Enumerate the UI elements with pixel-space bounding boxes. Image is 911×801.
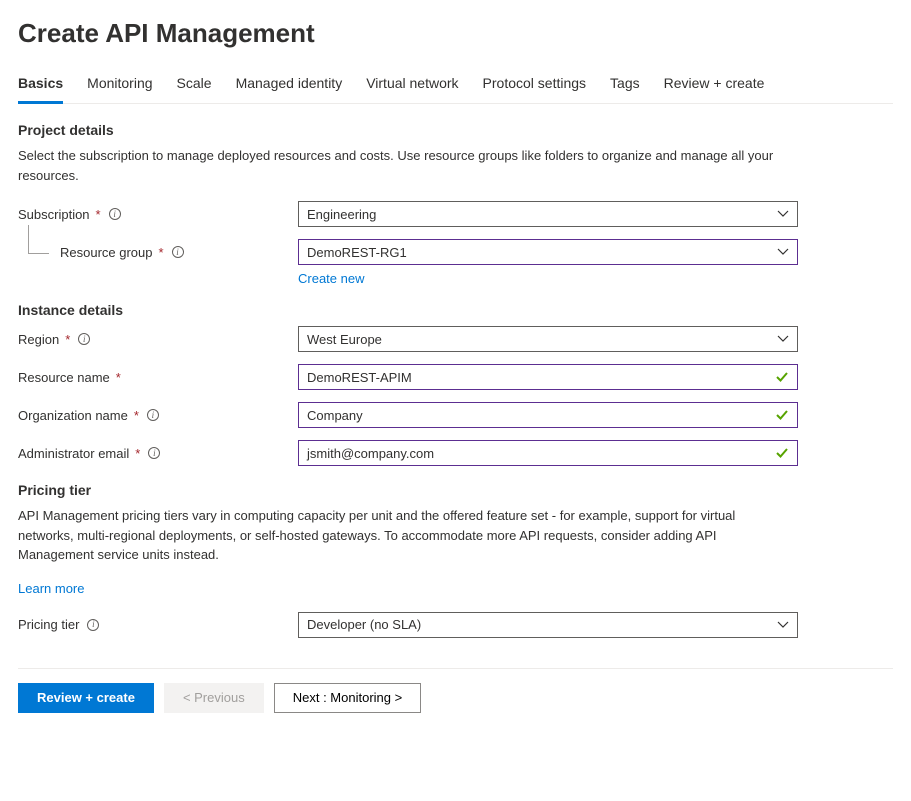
region-select[interactable]: West Europe xyxy=(298,326,798,352)
organization-name-input[interactable]: Company xyxy=(298,402,798,428)
chevron-down-icon xyxy=(777,246,789,258)
info-icon[interactable]: i xyxy=(148,447,160,459)
tab-monitoring[interactable]: Monitoring xyxy=(87,67,152,104)
chevron-down-icon xyxy=(777,619,789,631)
organization-name-label: Organization name xyxy=(18,408,128,423)
required-mark: * xyxy=(116,370,121,385)
resource-group-select[interactable]: DemoREST-RG1 xyxy=(298,239,798,265)
footer-bar: Review + create < Previous Next : Monito… xyxy=(18,668,893,727)
create-new-link[interactable]: Create new xyxy=(298,271,364,286)
tab-managed-identity[interactable]: Managed identity xyxy=(236,67,343,104)
project-details-heading: Project details xyxy=(18,122,893,138)
resource-group-label: Resource group xyxy=(60,245,153,260)
info-icon[interactable]: i xyxy=(87,619,99,631)
tab-basics[interactable]: Basics xyxy=(18,67,63,104)
subscription-label: Subscription xyxy=(18,207,90,222)
subscription-value: Engineering xyxy=(307,207,376,222)
chevron-down-icon xyxy=(777,333,789,345)
pricing-tier-heading: Pricing tier xyxy=(18,482,893,498)
region-label: Region xyxy=(18,332,59,347)
info-icon[interactable]: i xyxy=(109,208,121,220)
tabs-bar: Basics Monitoring Scale Managed identity… xyxy=(18,67,893,104)
resource-name-label: Resource name xyxy=(18,370,110,385)
region-value: West Europe xyxy=(307,332,382,347)
tab-virtual-network[interactable]: Virtual network xyxy=(366,67,458,104)
admin-email-label: Administrator email xyxy=(18,446,129,461)
info-icon[interactable]: i xyxy=(78,333,90,345)
learn-more-link[interactable]: Learn more xyxy=(18,581,84,596)
info-icon[interactable]: i xyxy=(147,409,159,421)
required-mark: * xyxy=(135,446,140,461)
resource-name-input[interactable]: DemoREST-APIM xyxy=(298,364,798,390)
project-details-description: Select the subscription to manage deploy… xyxy=(18,146,778,185)
admin-email-input[interactable]: jsmith@company.com xyxy=(298,440,798,466)
check-icon xyxy=(775,370,789,384)
subscription-select[interactable]: Engineering xyxy=(298,201,798,227)
tab-scale[interactable]: Scale xyxy=(177,67,212,104)
pricing-tier-value: Developer (no SLA) xyxy=(307,617,421,632)
admin-email-value: jsmith@company.com xyxy=(307,446,434,461)
check-icon xyxy=(775,446,789,460)
next-button[interactable]: Next : Monitoring > xyxy=(274,683,421,713)
resource-name-value: DemoREST-APIM xyxy=(307,370,412,385)
check-icon xyxy=(775,408,789,422)
instance-details-heading: Instance details xyxy=(18,302,893,318)
review-create-button[interactable]: Review + create xyxy=(18,683,154,713)
chevron-down-icon xyxy=(777,208,789,220)
info-icon[interactable]: i xyxy=(172,246,184,258)
resource-group-value: DemoREST-RG1 xyxy=(307,245,407,260)
pricing-tier-select[interactable]: Developer (no SLA) xyxy=(298,612,798,638)
previous-button: < Previous xyxy=(164,683,264,713)
pricing-tier-description: API Management pricing tiers vary in com… xyxy=(18,506,778,565)
required-mark: * xyxy=(96,207,101,222)
organization-name-value: Company xyxy=(307,408,363,423)
required-mark: * xyxy=(159,245,164,260)
tab-review-create[interactable]: Review + create xyxy=(664,67,765,104)
required-mark: * xyxy=(65,332,70,347)
required-mark: * xyxy=(134,408,139,423)
tab-protocol-settings[interactable]: Protocol settings xyxy=(483,67,587,104)
tab-tags[interactable]: Tags xyxy=(610,67,640,104)
page-title: Create API Management xyxy=(18,18,893,49)
pricing-tier-label: Pricing tier xyxy=(18,617,79,632)
